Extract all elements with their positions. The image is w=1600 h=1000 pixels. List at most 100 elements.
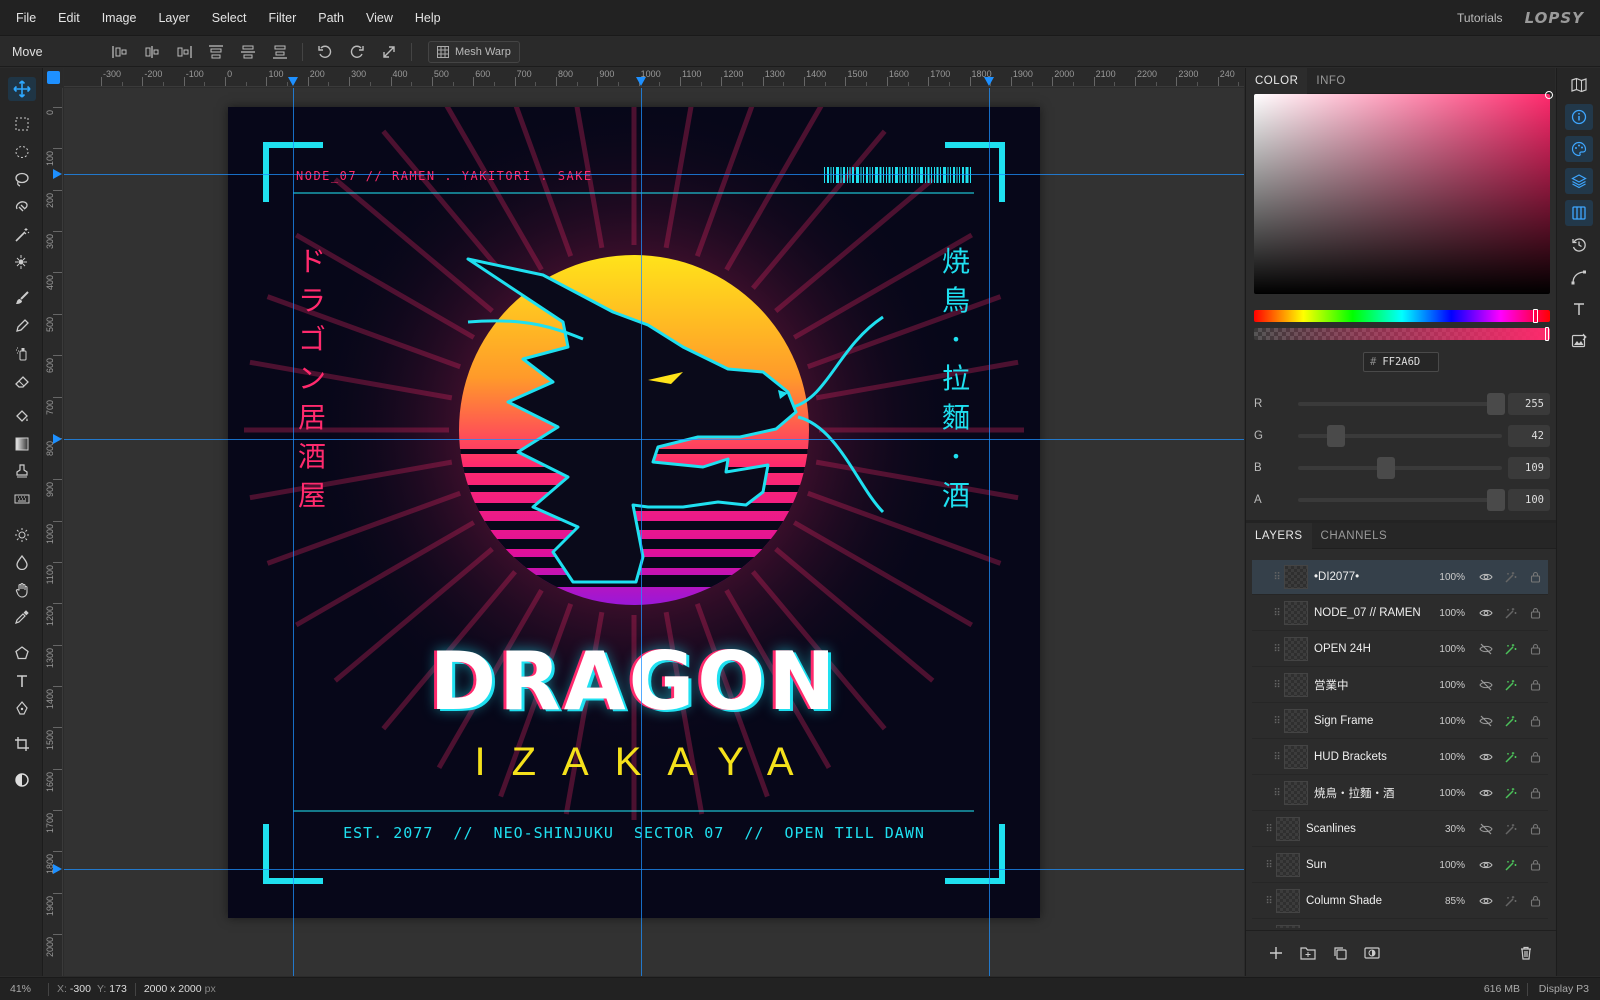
layer-list[interactable]: ⠿ •DI2077• 100% ⠿ NODE_07 // RAMEN 100% …: [1252, 560, 1548, 928]
tab-layers[interactable]: LAYERS: [1246, 523, 1312, 549]
mesh-warp-button[interactable]: Mesh Warp: [428, 40, 520, 63]
visibility-toggle[interactable]: [1473, 783, 1498, 803]
contrast-toggle[interactable]: [8, 768, 36, 792]
visibility-toggle[interactable]: [1473, 711, 1498, 731]
lock-toggle[interactable]: [1523, 747, 1548, 767]
layer-row[interactable]: ⠿ Sign Frame 100%: [1252, 704, 1548, 739]
lock-toggle[interactable]: [1523, 639, 1548, 659]
layer-row[interactable]: ⠿ 焼鳥・拉麵・酒 100%: [1252, 776, 1548, 811]
channel-knob[interactable]: [1326, 425, 1345, 447]
alpha-handle[interactable]: [1545, 327, 1549, 341]
visibility-toggle[interactable]: [1473, 891, 1498, 911]
drag-handle-icon[interactable]: ⠿: [1270, 752, 1284, 763]
channel-slider[interactable]: [1297, 489, 1505, 511]
visibility-toggle[interactable]: [1473, 855, 1498, 875]
move-tool[interactable]: [8, 77, 36, 101]
layer-row[interactable]: ⠿ Scanlines 30%: [1252, 812, 1548, 847]
brush-tool[interactable]: [8, 286, 36, 310]
visibility-toggle[interactable]: [1473, 819, 1498, 839]
magic-wand-tool[interactable]: [8, 223, 36, 247]
hex-input[interactable]: # FF2A6D: [1363, 352, 1439, 372]
lock-toggle[interactable]: [1523, 819, 1548, 839]
duplicate-layer-button[interactable]: [1328, 941, 1352, 965]
rotate-ccw-button[interactable]: [309, 37, 341, 67]
color-profile[interactable]: Display P3: [1539, 983, 1589, 995]
sv-cursor[interactable]: [1545, 91, 1553, 99]
new-group-button[interactable]: [1296, 941, 1320, 965]
alpha-slider[interactable]: [1254, 327, 1550, 341]
layer-row[interactable]: ⠿ Column Shade 85%: [1252, 884, 1548, 919]
layer-row[interactable]: ⠿ Sun 100%: [1252, 848, 1548, 883]
menu-select[interactable]: Select: [201, 11, 258, 25]
guide-marker[interactable]: [53, 434, 62, 444]
layer-row[interactable]: ⠿ •DI2077• 100%: [1252, 560, 1548, 595]
menu-image[interactable]: Image: [91, 11, 148, 25]
effects-toggle[interactable]: [1498, 783, 1523, 803]
gradient-tool[interactable]: [8, 432, 36, 456]
guide-marker[interactable]: [636, 77, 646, 86]
document-canvas[interactable]: NODE_07 // RAMEN . YAKITORI . SAKE ド ラ ゴ…: [228, 107, 1040, 918]
guide-horizontal[interactable]: [64, 439, 1244, 440]
channel-value-input[interactable]: 109: [1508, 457, 1550, 479]
guide-marker[interactable]: [53, 864, 62, 874]
drag-handle-icon[interactable]: ⠿: [1270, 788, 1284, 799]
channel-value-input[interactable]: 255: [1508, 393, 1550, 415]
expand-button[interactable]: [373, 37, 405, 67]
layer-mask-button[interactable]: [1360, 941, 1384, 965]
menu-help[interactable]: Help: [404, 11, 452, 25]
guide-vertical[interactable]: [641, 88, 642, 976]
hand-tool[interactable]: [8, 578, 36, 602]
effects-toggle[interactable]: [1498, 819, 1523, 839]
effects-toggle[interactable]: [1498, 747, 1523, 767]
paths-panel-button[interactable]: [1565, 264, 1593, 290]
type-tool[interactable]: [8, 669, 36, 693]
drag-handle-icon[interactable]: ⠿: [1262, 860, 1276, 871]
tutorials-link[interactable]: Tutorials: [1457, 11, 1503, 25]
rect-select-tool[interactable]: [8, 112, 36, 136]
hue-handle[interactable]: [1533, 309, 1538, 323]
drag-handle-icon[interactable]: ⠿: [1270, 680, 1284, 691]
guide-marker[interactable]: [984, 77, 994, 86]
channel-slider[interactable]: [1297, 393, 1505, 415]
image-adjust-button[interactable]: [1565, 328, 1593, 354]
drag-handle-icon[interactable]: ⠿: [1270, 644, 1284, 655]
menu-filter[interactable]: Filter: [257, 11, 307, 25]
history-panel-button[interactable]: [1565, 232, 1593, 258]
lock-toggle[interactable]: [1523, 891, 1548, 911]
channel-slider[interactable]: [1297, 457, 1503, 479]
channel-knob[interactable]: [1486, 393, 1505, 415]
align-bottom-button[interactable]: [264, 37, 296, 67]
layer-row[interactable]: ⠿ 営業中 100%: [1252, 668, 1548, 703]
lock-toggle[interactable]: [1523, 675, 1548, 695]
navigator-panel-button[interactable]: [1565, 72, 1593, 98]
menu-layer[interactable]: Layer: [147, 11, 200, 25]
blur-tool[interactable]: [8, 550, 36, 574]
effects-toggle[interactable]: [1498, 711, 1523, 731]
align-left-button[interactable]: [104, 37, 136, 67]
drag-handle-icon[interactable]: ⠿: [1262, 824, 1276, 835]
effects-toggle[interactable]: [1498, 891, 1523, 911]
align-vcenter-button[interactable]: [232, 37, 264, 67]
rotate-cw-button[interactable]: [341, 37, 373, 67]
canvas-area[interactable]: NODE_07 // RAMEN . YAKITORI . SAKE ド ラ ゴ…: [64, 88, 1244, 976]
drag-handle-icon[interactable]: ⠿: [1262, 896, 1276, 907]
guide-horizontal[interactable]: [64, 869, 1244, 870]
guide-vertical[interactable]: [293, 88, 294, 976]
effects-toggle[interactable]: [1498, 675, 1523, 695]
crop-tool[interactable]: [8, 732, 36, 756]
paint-bucket-tool[interactable]: [8, 404, 36, 428]
effects-toggle[interactable]: [1498, 603, 1523, 623]
hue-slider[interactable]: [1254, 309, 1550, 323]
vertical-ruler[interactable]: 0 100 200 300 400 500 600 700 800 900 1000 1100 1200…: [44, 88, 63, 976]
align-hcenter-button[interactable]: [136, 37, 168, 67]
align-right-button[interactable]: [168, 37, 200, 67]
lasso-tool[interactable]: [8, 167, 36, 191]
ellipse-select-tool[interactable]: [8, 140, 36, 164]
guide-marker[interactable]: [288, 77, 298, 86]
channel-slider[interactable]: [1297, 425, 1503, 447]
channel-knob[interactable]: [1376, 457, 1395, 479]
saturation-value-picker[interactable]: [1254, 91, 1553, 294]
drag-handle-icon[interactable]: ⠿: [1270, 572, 1284, 583]
magnetic-lasso-tool[interactable]: [8, 195, 36, 219]
layer-row[interactable]: ⠿ HUD Brackets 100%: [1252, 740, 1548, 775]
